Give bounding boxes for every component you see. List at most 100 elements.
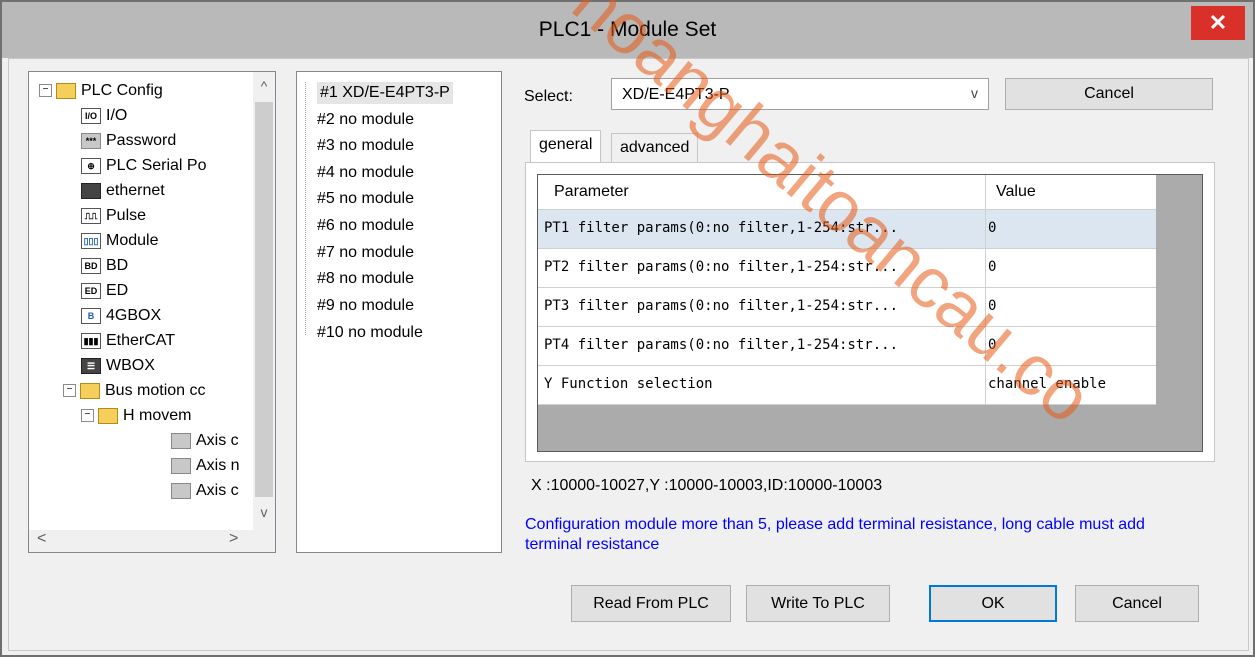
grid-header: Parameter Value	[538, 175, 1156, 210]
table-row[interactable]: PT4 filter params(0:no filter,1-254:str.…	[538, 327, 1156, 366]
select-label: Select:	[524, 88, 573, 105]
io-icon: I/O	[81, 107, 101, 124]
tab-advanced[interactable]: advanced	[611, 133, 699, 163]
parameter-grid[interactable]: Parameter Value PT1 filter params(0:no f…	[537, 174, 1203, 452]
title-bar: PLC1 - Module Set ✕	[2, 2, 1253, 58]
module-icon: ▯▯▯	[81, 232, 101, 249]
module-slot-item[interactable]: #1 XD/E-E4PT3-P	[317, 82, 453, 104]
warning-note: Configuration module more than 5, please…	[525, 516, 1145, 553]
tree-item-label: Axis c	[196, 432, 239, 449]
tree-item-password[interactable]: *** Password	[81, 130, 176, 152]
module-slot-item[interactable]: #9 no module	[317, 295, 414, 317]
cancel-button[interactable]: Cancel	[1075, 585, 1199, 622]
config-tree[interactable]: − PLC Config I/O I/O *** Password ⊕ PLC Seri…	[28, 71, 276, 553]
module-slot-item[interactable]: #4 no module	[317, 162, 414, 184]
tree-item-ethercat[interactable]: ▮▮▮ EtherCAT	[81, 330, 175, 352]
table-row[interactable]: PT1 filter params(0:no filter,1-254:str.…	[538, 210, 1156, 249]
bd-icon: BD	[81, 257, 101, 274]
tree-item-bus-motion[interactable]: − Bus motion cc	[63, 380, 205, 402]
tree-item-4gbox[interactable]: B 4GBOX	[81, 305, 161, 327]
tree-item-wbox[interactable]: ☰ WBOX	[81, 355, 155, 377]
window-title: PLC1 - Module Set	[538, 18, 717, 41]
tree-item-label: BD	[106, 257, 129, 274]
tree-item-label: H movem	[123, 407, 192, 424]
value-cell[interactable]: 0	[988, 259, 996, 275]
module-slot-item[interactable]: #8 no module	[317, 268, 414, 290]
tree-item-label: Axis c	[196, 482, 239, 499]
tree-item-pulse[interactable]: ⎍⎍ Pulse	[81, 205, 146, 227]
column-divider	[985, 175, 986, 209]
scroll-left-icon[interactable]: <	[37, 530, 46, 548]
tree-item-label: ED	[106, 282, 129, 299]
parameter-cell: PT4 filter params(0:no filter,1-254:str.…	[544, 337, 899, 353]
module-type-select[interactable]: XD/E-E4PT3-P v	[611, 78, 989, 110]
ethercat-icon: ▮▮▮	[81, 332, 101, 349]
scroll-right-icon[interactable]: >	[229, 530, 238, 548]
tree-item-axis[interactable]: Axis c	[171, 430, 239, 452]
column-divider	[985, 249, 986, 287]
column-divider	[985, 366, 986, 404]
cancel-select-button[interactable]: Cancel	[1005, 78, 1213, 110]
collapse-icon[interactable]: −	[63, 384, 76, 398]
table-row[interactable]: PT2 filter params(0:no filter,1-254:str.…	[538, 249, 1156, 288]
tree-item-label: Module	[106, 232, 159, 249]
tree-item-io[interactable]: I/O I/O	[81, 105, 127, 127]
table-row[interactable]: Y Function selection channel enable	[538, 366, 1156, 405]
module-slot-item[interactable]: #2 no module	[317, 109, 414, 131]
4gbox-icon: B	[81, 307, 101, 324]
value-cell[interactable]: 0	[988, 337, 996, 353]
parameter-cell: PT3 filter params(0:no filter,1-254:str.…	[544, 298, 899, 314]
tree-item-label: ethernet	[106, 182, 165, 199]
close-button[interactable]: ✕	[1191, 6, 1245, 40]
tree-item-h-movement[interactable]: − H movem	[81, 405, 191, 427]
select-value: XD/E-E4PT3-P	[622, 86, 730, 103]
write-to-plc-button[interactable]: Write To PLC	[746, 585, 890, 622]
tree-item-ed[interactable]: ED ED	[81, 280, 128, 302]
column-header-parameter[interactable]: Parameter	[554, 183, 629, 201]
module-slot-item[interactable]: #7 no module	[317, 242, 414, 264]
axis-icon	[171, 432, 191, 449]
ed-icon: ED	[81, 282, 101, 299]
tree-vertical-scrollbar[interactable]: ^ v	[253, 72, 275, 530]
module-slot-item[interactable]: #3 no module	[317, 135, 414, 157]
scroll-up-icon[interactable]: ^	[253, 78, 275, 94]
tree-item-axis[interactable]: Axis c	[171, 480, 239, 502]
ok-button[interactable]: OK	[929, 585, 1057, 622]
folder-icon	[98, 407, 118, 424]
tree-item-label: PLC Serial Po	[106, 157, 207, 174]
tree-item-serial-port[interactable]: ⊕ PLC Serial Po	[81, 155, 207, 177]
tree-horizontal-scrollbar[interactable]: < >	[29, 530, 275, 552]
value-cell[interactable]: channel enable	[988, 376, 1106, 392]
tab-general[interactable]: general	[530, 130, 602, 163]
tree-item-label: EtherCAT	[106, 332, 176, 349]
tree-item-ethernet[interactable]: ethernet	[81, 180, 165, 202]
table-row[interactable]: PT3 filter params(0:no filter,1-254:str.…	[538, 288, 1156, 327]
tree-item-module[interactable]: ▯▯▯ Module	[81, 230, 158, 252]
tree-item-label: Password	[106, 132, 177, 149]
tree-item-label: Pulse	[106, 207, 147, 224]
column-divider	[985, 210, 986, 248]
parameter-cell: PT2 filter params(0:no filter,1-254:str.…	[544, 259, 899, 275]
read-from-plc-button[interactable]: Read From PLC	[571, 585, 731, 622]
chevron-down-icon[interactable]: v	[971, 85, 978, 101]
module-slot-list[interactable]: #1 XD/E-E4PT3-P #2 no module #3 no modul…	[296, 71, 502, 553]
column-header-value[interactable]: Value	[996, 183, 1036, 201]
folder-icon	[80, 382, 100, 399]
axis-icon	[171, 482, 191, 499]
tree-connector-line	[305, 82, 307, 335]
tree-item-plc-config[interactable]: − PLC Config	[39, 80, 163, 102]
value-cell[interactable]: 0	[988, 220, 996, 236]
tree-item-label: Axis n	[196, 457, 240, 474]
password-icon: ***	[81, 132, 101, 149]
collapse-icon[interactable]: −	[39, 84, 52, 98]
collapse-icon[interactable]: −	[81, 409, 94, 423]
module-slot-item[interactable]: #10 no module	[317, 322, 423, 344]
tree-item-axis[interactable]: Axis n	[171, 455, 240, 477]
value-cell[interactable]: 0	[988, 298, 996, 314]
scroll-down-icon[interactable]: v	[253, 504, 275, 520]
module-slot-item[interactable]: #6 no module	[317, 215, 414, 237]
scroll-thumb[interactable]	[255, 102, 273, 497]
module-slot-item[interactable]: #5 no module	[317, 188, 414, 210]
tree-item-bd[interactable]: BD BD	[81, 255, 128, 277]
parameter-cell: Y Function selection	[544, 376, 713, 392]
